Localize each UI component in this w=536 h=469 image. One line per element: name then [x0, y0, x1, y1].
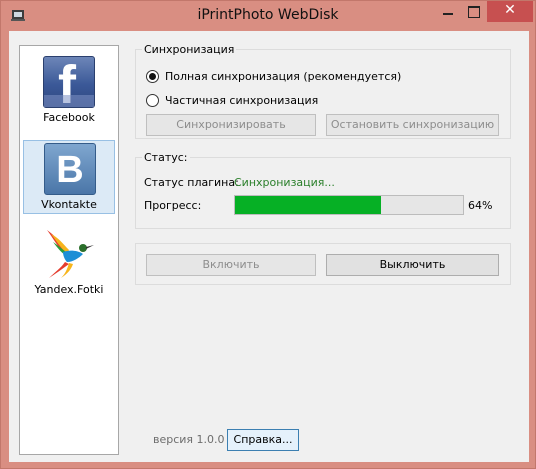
- service-sidebar: f Facebook B Vkontakte Yandex.Fotki: [19, 45, 119, 455]
- radio-selected-icon[interactable]: [146, 69, 159, 83]
- enable-button[interactable]: Включить: [146, 254, 316, 276]
- sidebar-item-label: Vkontakte: [41, 198, 97, 211]
- progress-label: Прогресс:: [144, 199, 202, 212]
- sync-group-title: Синхронизация: [142, 43, 237, 56]
- synchronize-button[interactable]: Синхронизировать: [146, 114, 316, 136]
- help-button[interactable]: Справка...: [227, 429, 299, 451]
- sidebar-item-label: Facebook: [43, 111, 95, 124]
- vkontakte-logo-icon: B: [44, 143, 96, 195]
- client-area: f Facebook B Vkontakte Yandex.Fotki Синх…: [9, 31, 529, 462]
- minimize-button[interactable]: [435, 1, 461, 22]
- disable-button[interactable]: Выключить: [326, 254, 499, 276]
- sidebar-item-yandex-fotki[interactable]: Yandex.Fotki: [23, 226, 115, 300]
- progress-bar-fill: [235, 196, 381, 214]
- app-window: iPrintPhoto WebDisk ✕ f Facebook B Vkont…: [0, 0, 536, 469]
- plugin-status-label: Статус плагина:: [144, 176, 239, 189]
- facebook-logo-icon: f: [43, 55, 95, 115]
- status-group: Статус: Статус плагина: Синхронизация...…: [135, 151, 511, 229]
- stop-sync-button[interactable]: Остановить синхронизацию: [326, 114, 499, 136]
- hummingbird-logo-icon: [47, 230, 94, 278]
- full-sync-label: Полная синхронизация (рекомендуется): [165, 69, 402, 83]
- title-bar[interactable]: iPrintPhoto WebDisk ✕: [1, 1, 535, 31]
- full-sync-radio[interactable]: Полная синхронизация (рекомендуется): [146, 68, 401, 84]
- close-icon: ✕: [504, 2, 516, 18]
- progress-bar: [234, 195, 464, 215]
- sidebar-item-facebook[interactable]: f Facebook: [23, 54, 115, 128]
- partial-sync-radio[interactable]: Частичная синхронизация: [146, 92, 318, 108]
- sidebar-item-label: Yandex.Fotki: [34, 283, 104, 296]
- sync-group: Синхронизация Полная синхронизация (реко…: [135, 43, 511, 139]
- actions-group: Включить Выключить: [135, 243, 511, 285]
- close-button[interactable]: ✕: [487, 1, 533, 22]
- progress-percent: 64%: [468, 199, 493, 212]
- maximize-button[interactable]: [461, 1, 487, 22]
- plugin-status-value: Синхронизация...: [234, 176, 335, 189]
- sidebar-item-vkontakte[interactable]: B Vkontakte: [23, 140, 115, 214]
- version-label: версия 1.0.0: [153, 433, 225, 446]
- partial-sync-label: Частичная синхронизация: [165, 93, 319, 107]
- status-group-title: Статус:: [142, 151, 190, 164]
- radio-unselected-icon[interactable]: [146, 93, 159, 107]
